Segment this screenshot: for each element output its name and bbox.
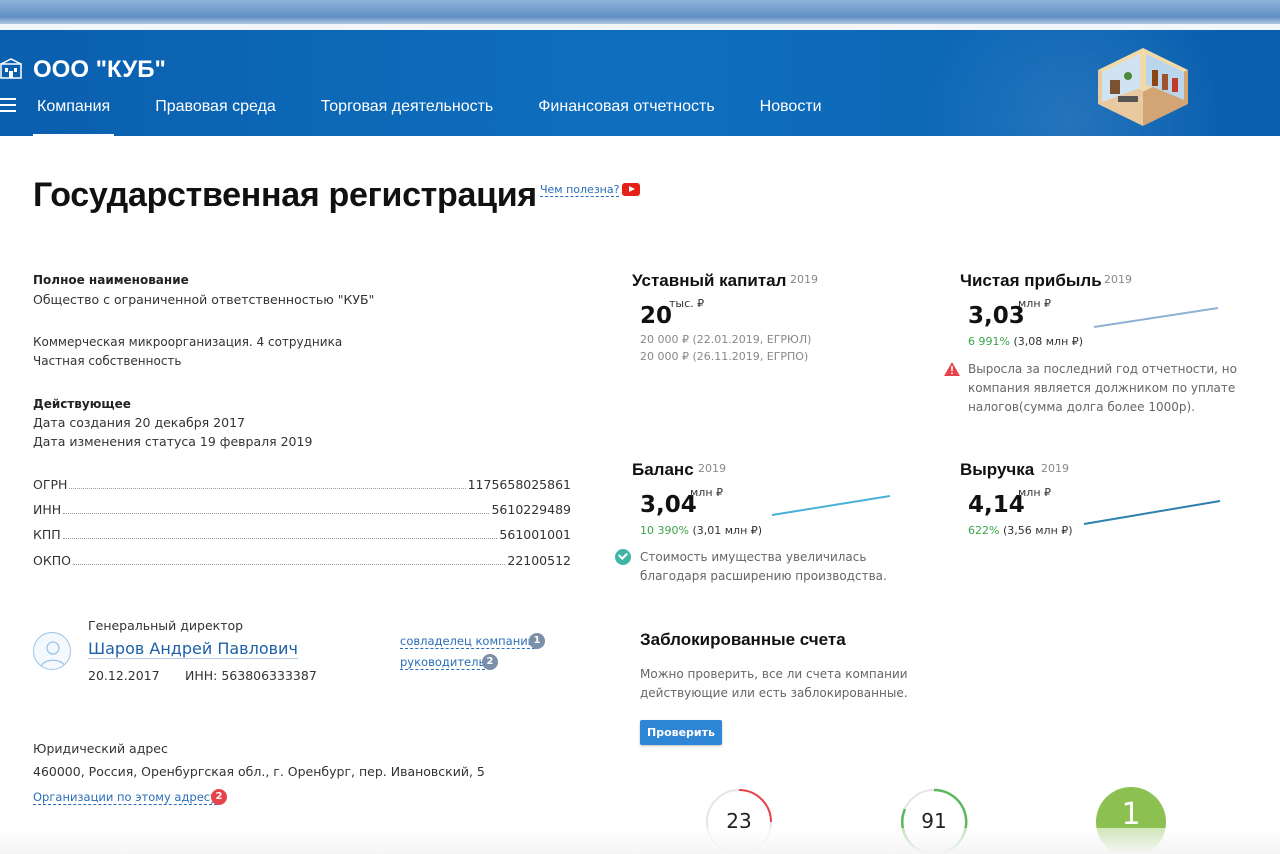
director-inn: ИНН: 563806333387 — [185, 668, 317, 683]
revenue-value: 4,14 — [968, 492, 1025, 518]
same-address-count-badge: 2 — [211, 789, 227, 805]
revenue-unit: млн ₽ — [1018, 486, 1052, 499]
balance-growth: 10 390% (3,01 млн ₽) — [640, 524, 762, 537]
director-name-link[interactable]: Шаров Андрей Павлович — [88, 639, 298, 659]
nav-tab-legal[interactable]: Правовая среда — [155, 98, 276, 116]
balance-note-line: благодаря расширению производства. — [640, 569, 887, 583]
profit-note-line: налогов(сумма долга более 1000р). — [968, 400, 1196, 414]
blocked-accounts-text: Можно проверить, все ли счета компании д… — [640, 665, 908, 703]
office-room-illustration — [1098, 48, 1188, 126]
code-row-inn: ИНН 5610229489 — [33, 501, 571, 517]
profit-growth-pct: 6 991% — [968, 335, 1010, 348]
youtube-play-icon[interactable] — [622, 183, 640, 196]
address-value: 460000, Россия, Оренбургская обл., г. Ор… — [33, 764, 485, 779]
code-label: ИНН — [33, 502, 62, 517]
site-header: ООО "КУБ" Компания Правовая среда Торгов… — [0, 30, 1280, 136]
checkmark-icon — [615, 549, 631, 565]
blocked-text-line: Можно проверить, все ли счета компании — [640, 667, 908, 681]
status-label: Действующее — [33, 397, 131, 411]
code-row-okpo: ОКПО 22100512 — [33, 552, 571, 568]
code-value: 1175658025861 — [467, 477, 571, 492]
profit-note-line: Выросла за последний год отчетности, но — [968, 362, 1237, 376]
avatar — [33, 632, 71, 670]
code-value: 22100512 — [507, 553, 571, 568]
balance-growth-pct: 10 390% — [640, 524, 689, 537]
code-label: ОГРН — [33, 477, 68, 492]
balance-note: Стоимость имущества увеличилась благодар… — [640, 548, 887, 586]
balance-prev: (3,01 млн ₽) — [692, 524, 763, 537]
code-row-kpp: КПП 561001001 — [33, 526, 571, 542]
why-useful-link[interactable]: Чем полезна? — [540, 183, 620, 197]
balance-unit: млн ₽ — [690, 486, 724, 499]
gauge-value: 1 — [1121, 797, 1141, 832]
code-value: 561001001 — [499, 527, 571, 542]
manager-count-badge: 2 — [482, 654, 498, 670]
full-name-value: Общество с ограниченной ответственностью… — [33, 292, 375, 307]
profit-year: 2019 — [1104, 273, 1132, 286]
check-button[interactable]: Проверить — [640, 720, 722, 745]
balance-value: 3,04 — [640, 492, 697, 518]
revenue-year: 2019 — [1041, 462, 1069, 475]
revenue-prev: (3,56 млн ₽) — [1002, 524, 1073, 537]
blocked-text-line: действующие или есть заблокированные. — [640, 686, 908, 700]
director-date: 20.12.2017 — [88, 668, 160, 683]
profit-prev: (3,08 млн ₽) — [1013, 335, 1084, 348]
revenue-trend-line — [1083, 500, 1221, 525]
revenue-growth-pct: 622% — [968, 524, 1000, 537]
capital-history-item: 20 000 ₽ (22.01.2019, ЕГРЮЛ) — [640, 333, 812, 346]
co-owner-count-badge: 1 — [529, 633, 545, 649]
capital-title: Уставный капитал — [632, 271, 787, 290]
menu-burger-icon[interactable] — [0, 98, 16, 112]
code-row-ogrn: ОГРН 1175658025861 — [33, 476, 571, 492]
capital-year: 2019 — [790, 273, 818, 286]
code-label: ОКПО — [33, 553, 71, 568]
building-logo-icon[interactable] — [0, 58, 22, 80]
profit-trend-line — [1093, 307, 1219, 328]
page-title: Государственная регистрация — [33, 176, 537, 214]
company-category: Коммерческая микроорганизация. 4 сотрудн… — [33, 335, 343, 349]
balance-year: 2019 — [698, 462, 726, 475]
profit-value: 3,03 — [968, 303, 1025, 329]
code-value: 5610229489 — [491, 502, 571, 517]
creation-date: Дата создания 20 декабря 2017 — [33, 415, 245, 430]
status-change-date: Дата изменения статуса 19 февраля 2019 — [33, 434, 313, 449]
same-address-orgs-link[interactable]: Организации по этому адресу — [33, 790, 217, 805]
company-name: ООО "КУБ" — [33, 56, 166, 83]
full-name-label: Полное наименование — [33, 273, 189, 287]
revenue-title: Выручка — [960, 460, 1035, 479]
blocked-accounts-title: Заблокированные счета — [640, 630, 846, 649]
code-label: КПП — [33, 527, 61, 542]
revenue-growth: 622% (3,56 млн ₽) — [968, 524, 1073, 537]
capital-unit: тыс. ₽ — [669, 297, 705, 310]
person-icon — [40, 641, 66, 668]
main-nav: Компания Правовая среда Торговая деятель… — [32, 98, 867, 136]
address-label: Юридический адрес — [33, 741, 168, 756]
warning-icon — [944, 362, 960, 376]
bottom-fade — [0, 828, 1280, 854]
director-role: Генеральный директор — [88, 618, 244, 633]
profit-growth: 6 991% (3,08 млн ₽) — [968, 335, 1083, 348]
balance-note-line: Стоимость имущества увеличилась — [640, 550, 867, 564]
nav-tab-finance[interactable]: Финансовая отчетность — [538, 98, 714, 116]
capital-value: 20 — [640, 303, 673, 329]
nav-tab-company[interactable]: Компания — [32, 98, 115, 136]
co-owner-link[interactable]: совладелец компаний — [400, 634, 536, 649]
capital-history-item: 20 000 ₽ (26.11.2019, ЕГРПО) — [640, 350, 809, 363]
profit-note: Выросла за последний год отчетности, но … — [968, 360, 1237, 417]
profit-unit: млн ₽ — [1018, 297, 1052, 310]
balance-trend-line — [771, 495, 891, 516]
manager-link[interactable]: руководитель — [400, 655, 486, 670]
balance-title: Баланс — [632, 460, 694, 479]
profit-title: Чистая прибыль — [960, 271, 1102, 290]
nav-tab-news[interactable]: Новости — [760, 98, 822, 116]
nav-tab-trade[interactable]: Торговая деятельность — [321, 98, 494, 116]
profit-note-line: компания является должником по уплате — [968, 381, 1236, 395]
ownership-type: Частная собственность — [33, 354, 182, 368]
